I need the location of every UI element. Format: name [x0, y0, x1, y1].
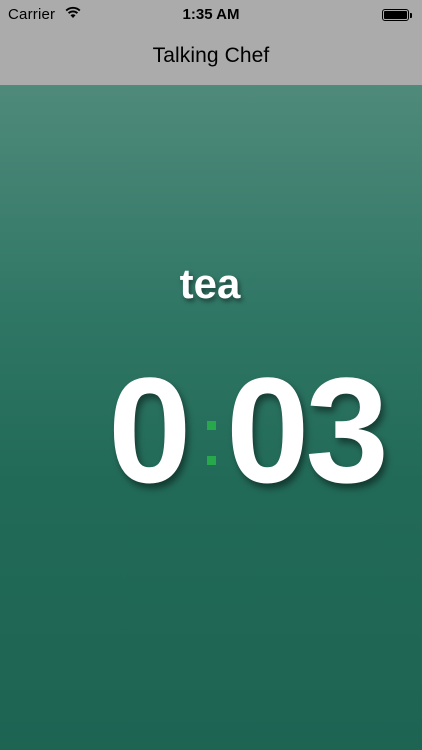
navigation-bar: Talking Chef [0, 30, 422, 85]
status-bar: Carrier 1:35 AM [0, 0, 422, 30]
status-time: 1:35 AM [182, 6, 240, 23]
timer-minutes: 0 [108, 346, 191, 514]
battery-nub [410, 13, 412, 18]
timer-seconds: 03 [226, 346, 389, 514]
colon-bottom-dot [207, 456, 216, 465]
timer-screen[interactable]: tea 0 03 [0, 85, 422, 750]
battery-icon [382, 9, 409, 21]
page-title: Talking Chef [152, 44, 270, 67]
timer-label: tea [179, 260, 241, 307]
colon-top-dot [207, 421, 216, 430]
battery-fill [384, 11, 407, 19]
